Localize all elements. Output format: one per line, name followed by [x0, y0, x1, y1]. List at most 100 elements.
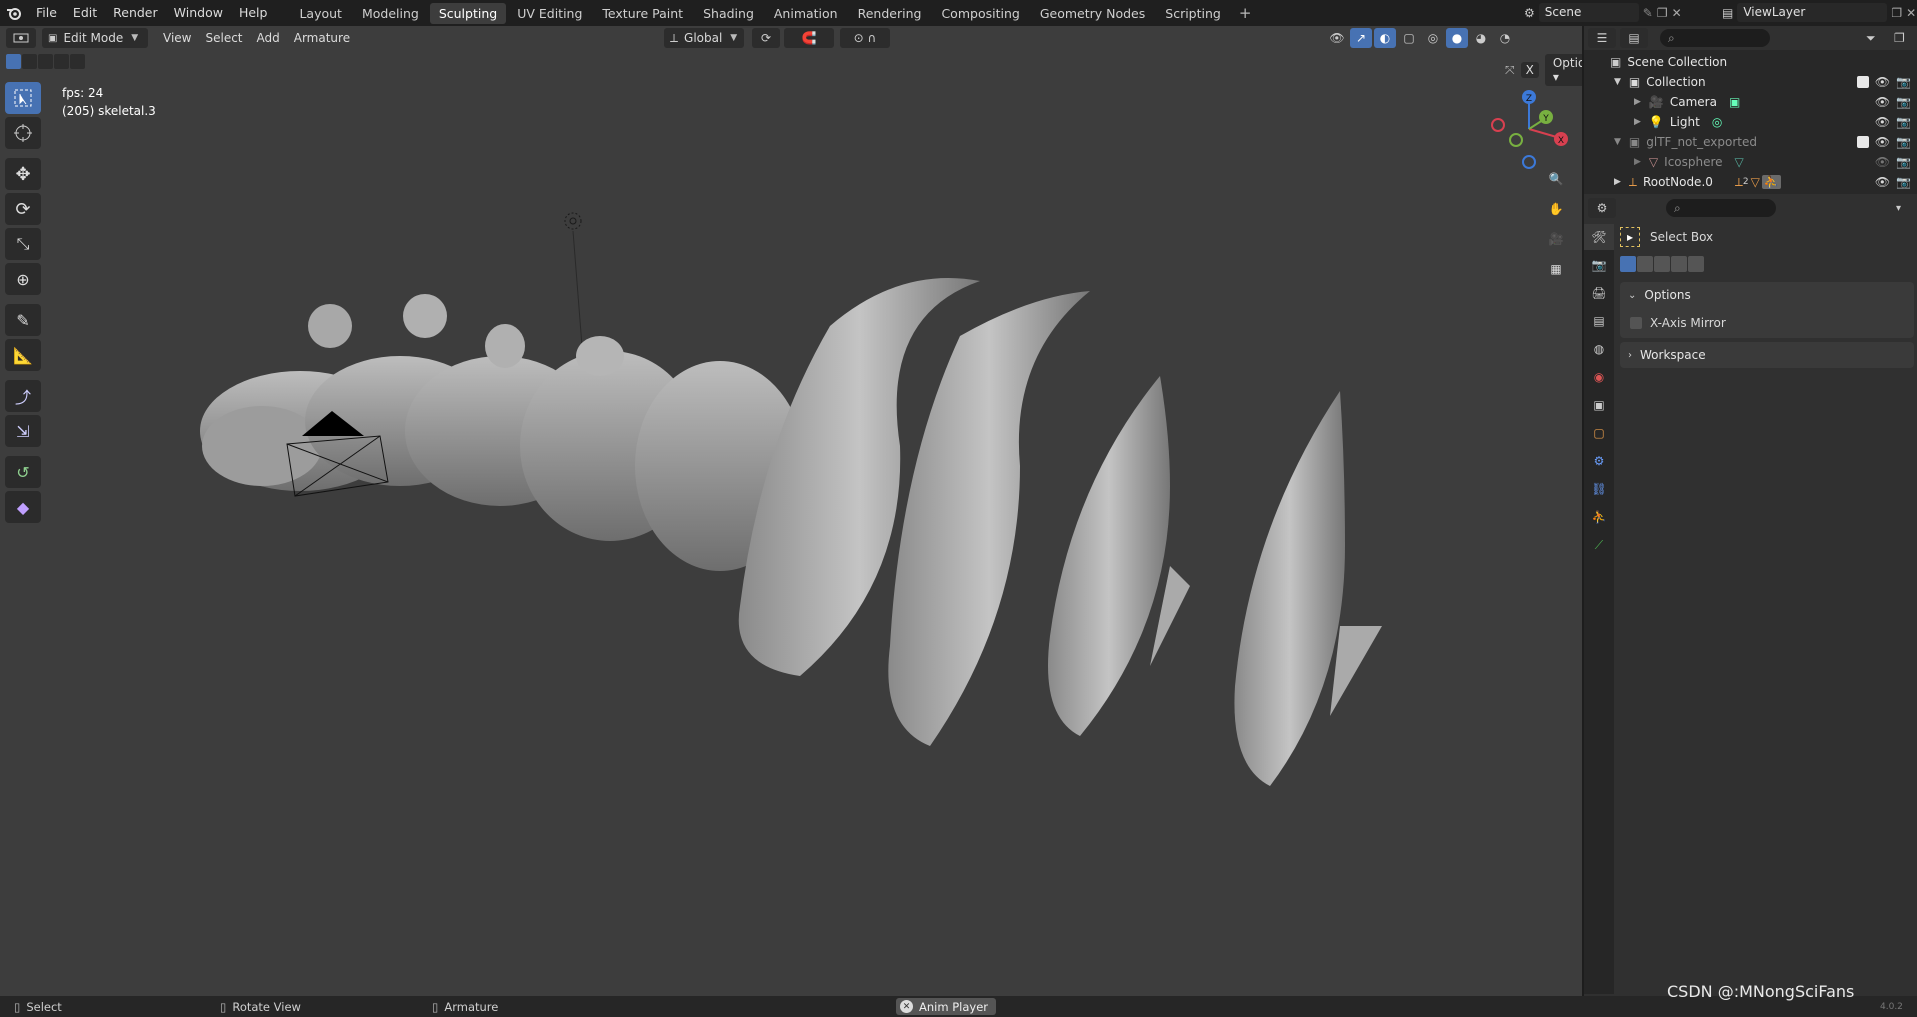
delete-scene-icon[interactable]: ✕: [1672, 6, 1682, 20]
render-tab-icon[interactable]: 📷: [1584, 252, 1614, 278]
zoom-icon[interactable]: 🔍: [1543, 166, 1569, 192]
perspective-grid-icon[interactable]: ▦: [1543, 256, 1569, 282]
tab-shading[interactable]: Shading: [694, 3, 763, 24]
delete-view-layer-icon[interactable]: ✕: [1906, 6, 1916, 20]
outliner-row-icosphere[interactable]: ▶ ▽ Icosphere ▽ 👁 📷: [1584, 152, 1917, 172]
outliner-row-scene-collection[interactable]: ▣ Scene Collection: [1584, 52, 1917, 72]
child-count-badge: 2: [1742, 177, 1749, 187]
menu-help[interactable]: Help: [231, 0, 276, 26]
world-tab-icon[interactable]: ◉: [1584, 364, 1614, 390]
watermark: CSDN @:MNongSciFans: [1667, 982, 1855, 1001]
options-panel-header[interactable]: ⌄ Options: [1620, 282, 1914, 308]
pin-icon[interactable]: ✎: [1643, 6, 1653, 20]
chevron-right-icon: ›: [1628, 349, 1632, 361]
eye-icon[interactable]: 👁: [1875, 155, 1890, 169]
outliner-row-collection[interactable]: ▼ ▣ Collection 👁 📷: [1584, 72, 1917, 92]
view-layer-selector[interactable]: ViewLayer: [1737, 3, 1888, 22]
eye-icon[interactable]: 👁: [1875, 75, 1890, 89]
chevron-down-icon[interactable]: ▾: [1896, 203, 1901, 214]
add-workspace-button[interactable]: +: [1231, 4, 1260, 22]
tab-layout[interactable]: Layout: [290, 3, 351, 24]
cancel-job-icon[interactable]: ✕: [900, 1000, 913, 1013]
eye-icon[interactable]: 👁: [1875, 115, 1890, 129]
tab-rendering[interactable]: Rendering: [849, 3, 931, 24]
chevron-right-icon[interactable]: ▶: [1614, 177, 1621, 187]
menu-edit[interactable]: Edit: [65, 0, 105, 26]
camera-view-icon[interactable]: 🎥: [1543, 226, 1569, 252]
navigation-gizmo[interactable]: Z X Y: [1484, 84, 1574, 174]
workspace-panel-header[interactable]: › Workspace: [1620, 342, 1914, 368]
mesh-fish-3[interactable]: [1048, 376, 1190, 736]
outliner-row-camera[interactable]: ▶ 🎥 Camera ▣ 👁 📷: [1584, 92, 1917, 112]
view-layer-tab-icon[interactable]: ▤: [1584, 308, 1614, 334]
tab-compositing[interactable]: Compositing: [932, 3, 1028, 24]
render-camera-icon[interactable]: 📷: [1896, 135, 1911, 149]
bone-tab-icon[interactable]: ⟋: [1584, 532, 1614, 558]
render-camera-icon[interactable]: 📷: [1896, 115, 1911, 129]
chevron-right-icon[interactable]: ▶: [1634, 157, 1641, 167]
tab-uv-editing[interactable]: UV Editing: [508, 3, 591, 24]
object-tab-icon[interactable]: ▢: [1584, 420, 1614, 446]
chevron-down-icon[interactable]: ▼: [1614, 137, 1621, 147]
render-camera-icon[interactable]: 📷: [1896, 95, 1911, 109]
tab-texture-paint[interactable]: Texture Paint: [593, 3, 692, 24]
include-checkbox[interactable]: [1856, 136, 1869, 148]
modifier-tab-icon[interactable]: ⚙: [1584, 448, 1614, 474]
chevron-right-icon[interactable]: ▶: [1634, 117, 1641, 127]
menu-window[interactable]: Window: [166, 0, 231, 26]
include-checkbox[interactable]: [1856, 76, 1869, 88]
outliner-editor-type-icon[interactable]: ☰: [1588, 28, 1616, 48]
scene-tab-icon[interactable]: ◍: [1584, 336, 1614, 362]
outliner-row-rootnode[interactable]: ▶ ⟂ RootNode.0 ⟂ 2 ▽ ⛹ 👁 📷: [1584, 172, 1917, 192]
tool-tab-icon[interactable]: 🛠: [1584, 224, 1614, 250]
collection-tab-icon[interactable]: ▣: [1584, 392, 1614, 418]
render-camera-icon[interactable]: 📷: [1896, 75, 1911, 89]
filter-icon[interactable]: ⏷: [1866, 31, 1876, 46]
anim-player-job[interactable]: ✕ Anim Player: [896, 998, 996, 1015]
blender-logo-icon[interactable]: [0, 0, 28, 26]
eye-icon[interactable]: 👁: [1875, 135, 1890, 149]
light-object[interactable]: [564, 212, 583, 347]
armature-data-tab-icon[interactable]: ⛹: [1584, 504, 1614, 530]
x-axis-mirror-row[interactable]: X-Axis Mirror: [1620, 308, 1914, 338]
new-scene-icon[interactable]: ❐: [1657, 6, 1668, 20]
menu-file[interactable]: File: [28, 0, 65, 26]
mode-extend-icon[interactable]: [1637, 256, 1653, 272]
properties-search-input[interactable]: ⌕: [1666, 199, 1776, 217]
tab-modeling[interactable]: Modeling: [353, 3, 428, 24]
properties-editor-type-icon[interactable]: ⚙: [1588, 198, 1616, 218]
scene-render[interactable]: [0, 26, 1582, 996]
outliner-search-input[interactable]: ⌕: [1660, 29, 1770, 47]
outliner-row-gltf-not-exported[interactable]: ▼ ▣ glTF_not_exported 👁 📷: [1584, 132, 1917, 152]
mesh-fish-4[interactable]: [1234, 391, 1382, 786]
new-collection-icon[interactable]: ❐: [1894, 31, 1905, 45]
outliner-row-light[interactable]: ▶ 💡 Light ◎ 👁 📷: [1584, 112, 1917, 132]
render-camera-icon[interactable]: 📷: [1896, 155, 1911, 169]
chevron-right-icon[interactable]: ▶: [1634, 97, 1641, 107]
menu-render[interactable]: Render: [105, 0, 166, 26]
mode-subtract-icon[interactable]: [1654, 256, 1670, 272]
eye-icon[interactable]: 👁: [1875, 175, 1890, 189]
chevron-down-icon: ⌄: [1628, 289, 1637, 301]
scene-icon[interactable]: ⚙: [1524, 6, 1535, 20]
tab-animation[interactable]: Animation: [765, 3, 847, 24]
tab-geometry-nodes[interactable]: Geometry Nodes: [1031, 3, 1154, 24]
display-mode-icon[interactable]: ▤: [1620, 28, 1648, 48]
gizmo-y-label: Y: [1542, 114, 1549, 124]
new-view-layer-icon[interactable]: ❐: [1891, 6, 1902, 20]
x-axis-mirror-checkbox[interactable]: [1630, 317, 1642, 329]
render-camera-icon[interactable]: 📷: [1896, 175, 1911, 189]
view-layer-icon[interactable]: ▤: [1722, 6, 1733, 20]
scene-selector[interactable]: Scene: [1538, 3, 1639, 22]
output-tab-icon[interactable]: 🖨: [1584, 280, 1614, 306]
eye-icon[interactable]: 👁: [1875, 95, 1890, 109]
tab-scripting[interactable]: Scripting: [1156, 3, 1230, 24]
mode-difference-icon[interactable]: [1671, 256, 1687, 272]
3d-viewport[interactable]: ▣ Edit Mode ▼ View Select Add Armature ⟂…: [0, 26, 1582, 996]
mode-intersect-icon[interactable]: [1688, 256, 1704, 272]
constraint-tab-icon[interactable]: ⛓: [1584, 476, 1614, 502]
pan-hand-icon[interactable]: ✋: [1543, 196, 1569, 222]
chevron-down-icon[interactable]: ▼: [1614, 77, 1621, 87]
mode-set-icon[interactable]: [1620, 256, 1636, 272]
tab-sculpting[interactable]: Sculpting: [429, 2, 507, 24]
